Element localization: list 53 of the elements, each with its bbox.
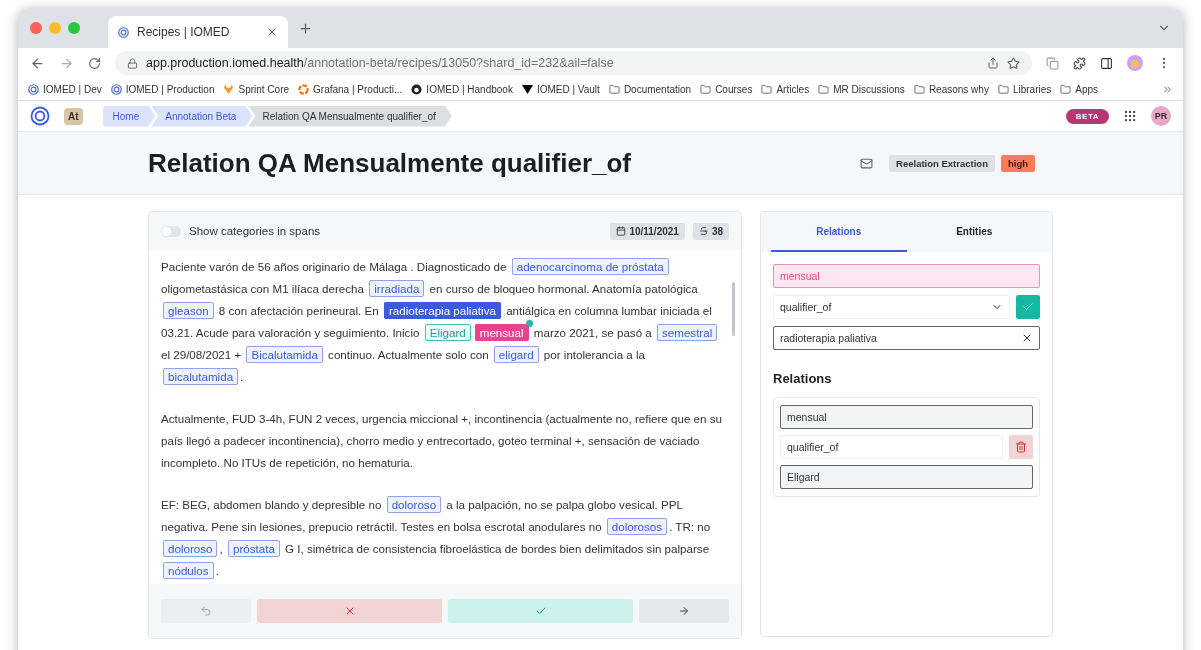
url-text: app.production.iomed.health/annotation-beta/recipes/13050?shard_id=232&ail=false xyxy=(146,56,614,70)
entity-tag[interactable]: gleason xyxy=(163,302,214,319)
tab-title: Recipes | IOMED xyxy=(137,25,231,39)
entity-tag[interactable]: doloroso xyxy=(386,496,442,513)
tag: high xyxy=(1000,154,1035,172)
bookmark[interactable]: Grafana | Producti... xyxy=(298,83,403,95)
bookmark[interactable]: Courses xyxy=(700,83,753,95)
entity-tag[interactable]: nódulos xyxy=(163,562,214,579)
source-field[interactable]: mensual xyxy=(780,405,1033,429)
page-title: Relation QA Mensualmente qualifier_of xyxy=(148,147,632,179)
paragraph: Actualmente, FUD 3-4h, FUN 2 veces, urgencia miccional +, incontinencia (actualmente no, refiere que en su país llegó a padecer incontinencia), chorro medio y entrecortado, goteo terminal +, sensación de vaciado incompleto. No ITUs de repetición, no hematuria. xyxy=(161,411,723,471)
tab[interactable]: Entities xyxy=(906,212,1042,252)
entity-tag[interactable]: eligard xyxy=(493,346,539,363)
paragraph: EF: BEG, abdomen blando y depresible no doloroso a la palpación, no se palpa globo vesical. PPL negativa. Pene sin lesiones, prepucio retráctil. Testes en bolsa escrotal anodulares no dolorosos . TR: no doloroso , próstata G I, simétrica de consistencia fibroelástica de bordes bien delimitados sin palparse nódulos . xyxy=(161,495,712,581)
entity-tag[interactable]: dolorosos xyxy=(606,518,668,535)
target-field[interactable]: radioterapia paliativa xyxy=(773,326,1040,350)
toggle-label: Show categories in spans xyxy=(189,225,321,237)
workspace-badge[interactable]: At xyxy=(64,107,83,125)
bookmark[interactable]: Documentation xyxy=(608,83,692,95)
bookmark[interactable]: Libraries xyxy=(997,83,1052,95)
user-avatar[interactable]: PR xyxy=(1151,106,1171,126)
entity-tag[interactable]: semestral xyxy=(657,324,718,341)
address-bar[interactable]: app.production.iomed.health/annotation-beta/recipes/13050?shard_id=232&ail=false xyxy=(115,51,1032,75)
bookmark[interactable]: Articles xyxy=(761,83,810,95)
bookmark[interactable]: IOMED | Dev xyxy=(28,83,102,95)
breadcrumb[interactable]: Annotation Beta xyxy=(151,105,253,127)
entity-tag[interactable]: bicalutamida xyxy=(163,368,239,385)
section-title: Relations xyxy=(773,371,833,386)
breadcrumb[interactable]: Relation QA Mensualmente qualifier_of xyxy=(248,105,452,127)
entity-tag[interactable]: irradiada xyxy=(369,280,425,297)
entity-tag[interactable]: próstata xyxy=(227,540,280,557)
count-badge: 38 xyxy=(692,222,729,240)
bookmark[interactable]: IOMED | Production xyxy=(110,83,215,95)
target-field[interactable]: Eligard xyxy=(780,465,1033,489)
entity-tag[interactable]: doloroso xyxy=(163,540,218,557)
bookmark[interactable]: IOMED | Vault xyxy=(521,83,600,95)
paragraph: Paciente varón de 56 años originario de Málaga . Diagnosticado de adenocarcinoma de próstata oligometastásica con M1 ilíaca derecha irradiada en curso de bloqueo hormonal. Anatomía patológica gleason 8 con afectación perineural. En radioterapia paliativa antiálgica en columna lumbar iniciada el 03.21. Acude para valoración y seguimiento. Inicio Eligard mensual marzo 2021, se pasó a semestral el 29/08/2021 + Bicalutamida continuo. Actualmente solo con eligard por intolerancia a la bicalutamida . xyxy=(161,256,723,388)
tab[interactable]: Relations xyxy=(771,212,907,252)
relation-field[interactable]: qualifier_of xyxy=(780,435,1003,459)
bookmark[interactable]: Reasons why xyxy=(913,83,989,95)
browser-tab[interactable]: Recipes | IOMED xyxy=(108,16,288,48)
entity-tag[interactable]: radioterapia paliativa xyxy=(383,302,501,319)
relation-select[interactable]: qualifier_of xyxy=(773,295,1010,319)
bookmark[interactable]: Apps xyxy=(1060,83,1099,95)
bookmark[interactable]: IOMED | Handbook xyxy=(411,83,513,95)
date-badge: 10/11/2021 xyxy=(610,222,685,240)
entity-tag[interactable]: Bicalutamida xyxy=(246,346,323,363)
breadcrumb[interactable]: Home xyxy=(102,105,156,127)
tag: Reelation Extraction xyxy=(889,154,995,172)
bookmark[interactable]: Sprint Core xyxy=(223,83,290,95)
entity-tag[interactable]: adenocarcinoma de próstata xyxy=(511,258,669,275)
beta-badge: BETA xyxy=(1065,108,1109,124)
bookmark[interactable]: MR Discussions xyxy=(818,83,905,95)
